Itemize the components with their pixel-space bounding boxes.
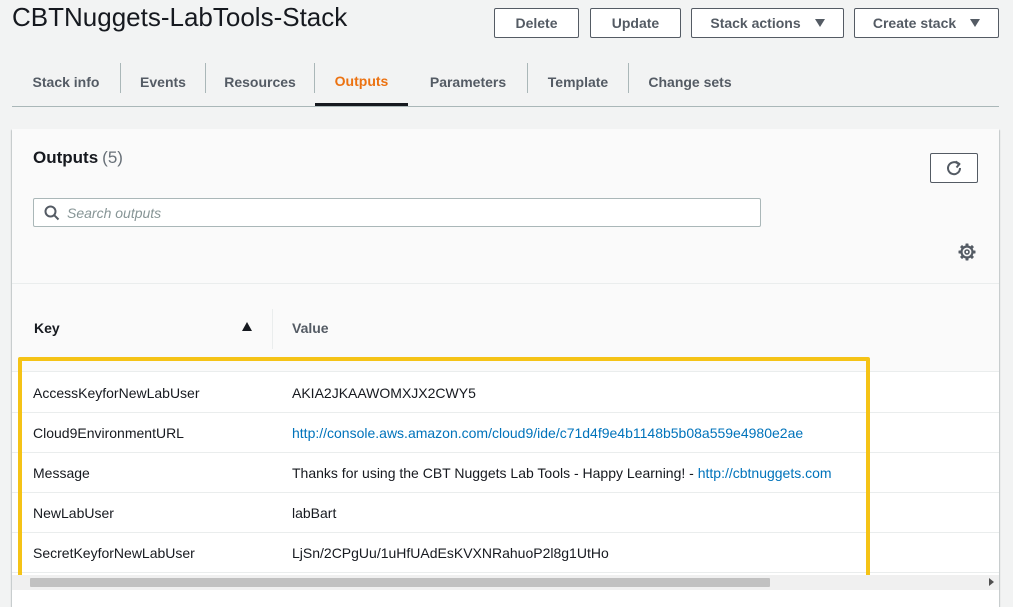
stack-actions-button[interactable]: Stack actions bbox=[691, 8, 844, 38]
output-value: LjSn/2CPgUu/1uHfUAdEsKVXNRahuoP2l8g1UtHo bbox=[292, 545, 609, 561]
column-header-key[interactable]: Key bbox=[34, 320, 60, 336]
search-field bbox=[33, 198, 761, 227]
outputs-table-body: AccessKeyforNewLabUser AKIA2JKAAWOMXJX2C… bbox=[12, 373, 999, 573]
search-input[interactable] bbox=[67, 202, 747, 223]
stack-tabs: Stack info Events Resources Outputs Para… bbox=[12, 58, 999, 107]
scroll-right-icon[interactable] bbox=[989, 578, 994, 586]
tab-template[interactable]: Template bbox=[528, 58, 628, 106]
create-stack-label: Create stack bbox=[872, 15, 957, 31]
delete-button-label: Delete bbox=[515, 15, 558, 31]
horizontal-scrollbar[interactable] bbox=[12, 575, 999, 590]
caret-down-icon bbox=[814, 19, 825, 27]
output-value: AKIA2JKAAWOMXJX2CWY5 bbox=[292, 385, 476, 401]
output-key: Cloud9EnvironmentURL bbox=[33, 425, 184, 441]
outputs-count: (5) bbox=[102, 148, 123, 167]
tab-parameters[interactable]: Parameters bbox=[409, 58, 527, 106]
search-icon bbox=[44, 205, 60, 221]
output-value: http://console.aws.amazon.com/cloud9/ide… bbox=[292, 425, 803, 441]
output-key: AccessKeyforNewLabUser bbox=[33, 385, 200, 401]
refresh-button[interactable] bbox=[930, 153, 978, 183]
tab-outputs[interactable]: Outputs bbox=[315, 58, 408, 106]
output-key: NewLabUser bbox=[33, 505, 114, 521]
caret-down-icon bbox=[970, 19, 981, 27]
page-title: CBTNuggets-LabTools-Stack bbox=[12, 2, 348, 32]
settings-button[interactable] bbox=[958, 243, 976, 266]
table-row: Message Thanks for using the CBT Nuggets… bbox=[12, 453, 999, 493]
update-button-label: Update bbox=[611, 15, 660, 31]
delete-button[interactable]: Delete bbox=[494, 8, 579, 38]
output-value: Thanks for using the CBT Nuggets Lab Too… bbox=[292, 465, 832, 481]
column-header-value: Value bbox=[292, 320, 329, 336]
table-row: Cloud9EnvironmentURL http://console.aws.… bbox=[12, 413, 999, 453]
outputs-panel: Outputs (5) Search outputs Key Value Acc… bbox=[12, 129, 999, 607]
update-button[interactable]: Update bbox=[590, 8, 681, 38]
refresh-icon bbox=[947, 160, 962, 176]
column-divider[interactable] bbox=[272, 309, 273, 349]
stack-actions-label: Stack actions bbox=[710, 15, 801, 31]
outputs-title-text: Outputs bbox=[33, 148, 99, 167]
table-row: AccessKeyforNewLabUser AKIA2JKAAWOMXJX2C… bbox=[12, 373, 999, 413]
outputs-title: Outputs (5) bbox=[33, 148, 123, 168]
tab-stack-info[interactable]: Stack info bbox=[12, 58, 120, 106]
tab-change-sets[interactable]: Change sets bbox=[629, 58, 751, 106]
cloud9-url-link[interactable]: http://console.aws.amazon.com/cloud9/ide… bbox=[292, 425, 803, 441]
tab-resources[interactable]: Resources bbox=[206, 58, 314, 106]
sort-ascending-icon[interactable] bbox=[242, 322, 252, 331]
gear-icon bbox=[958, 243, 976, 261]
output-key: Message bbox=[33, 465, 90, 481]
tab-events[interactable]: Events bbox=[121, 58, 205, 106]
table-row: NewLabUser labBart bbox=[12, 493, 999, 533]
outputs-table-header: Key Value bbox=[12, 284, 999, 372]
output-key: SecretKeyforNewLabUser bbox=[33, 545, 195, 561]
output-value: labBart bbox=[292, 505, 337, 521]
outputs-panel-header: Outputs (5) bbox=[12, 129, 999, 284]
message-text: Thanks for using the CBT Nuggets Lab Too… bbox=[292, 465, 698, 481]
scrollbar-thumb[interactable] bbox=[30, 578, 770, 587]
table-row: SecretKeyforNewLabUser LjSn/2CPgUu/1uHfU… bbox=[12, 533, 999, 573]
create-stack-button[interactable]: Create stack bbox=[854, 8, 999, 38]
cbtnuggets-link[interactable]: http://cbtnuggets.com bbox=[698, 465, 832, 481]
